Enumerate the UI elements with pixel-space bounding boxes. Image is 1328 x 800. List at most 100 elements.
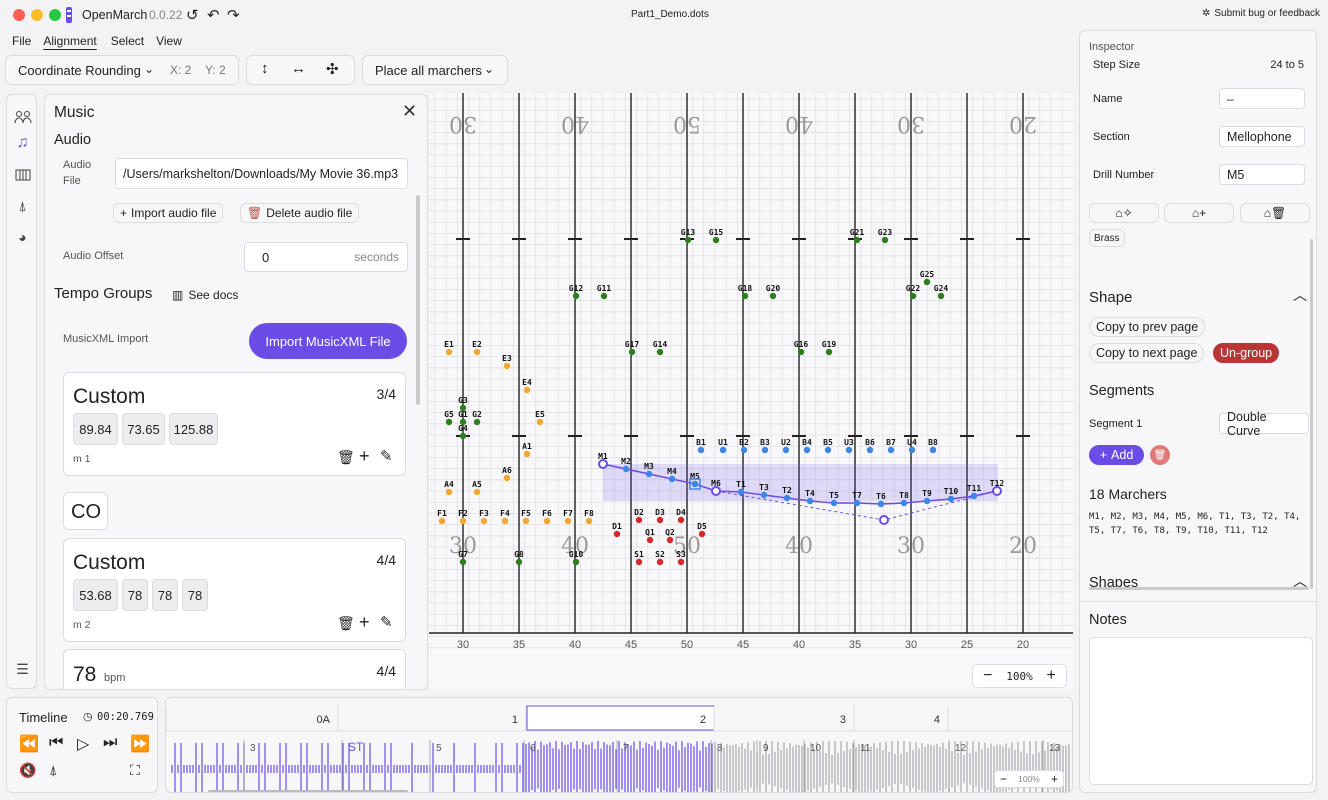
marcher-dot[interactable] — [923, 497, 931, 505]
marcher-dot[interactable] — [909, 292, 917, 300]
name-input[interactable]: – — [1219, 88, 1305, 109]
menu-alignment[interactable]: Alignment — [39, 34, 104, 48]
beat-label[interactable]: 10 — [810, 743, 822, 754]
selection-box[interactable] — [603, 464, 998, 501]
audio-offset-input[interactable]: 0 seconds — [244, 242, 408, 272]
menu-select[interactable]: Select — [105, 34, 152, 48]
marcher-dot[interactable] — [806, 497, 814, 505]
marcher-dot[interactable] — [900, 499, 908, 507]
pencil-icon[interactable]: ✎ — [380, 613, 393, 631]
timeline-track[interactable]: 0A 1 2 3 4 3 ST 5 6 7 8 9 10 11 12 13 − 100% + — [165, 697, 1073, 793]
tempo-group-card[interactable]: Custom 3/4 89.84 73.65 125.88 m 1 🗑 + ✎ — [63, 372, 406, 476]
undo-icon[interactable]: ↶ — [207, 6, 220, 24]
marcher-dot[interactable] — [656, 348, 664, 356]
marcher-dot[interactable] — [473, 348, 481, 356]
marcher-dot[interactable] — [740, 446, 748, 454]
marcher-dot[interactable] — [783, 494, 791, 502]
marcher-dot[interactable] — [677, 558, 685, 566]
marcher-dot[interactable] — [866, 446, 874, 454]
delete-segment-button[interactable]: 🗑 — [1150, 445, 1170, 465]
marcher-dot[interactable] — [459, 432, 467, 440]
marcher-dot[interactable] — [598, 459, 608, 469]
marcher-dot[interactable] — [503, 474, 511, 482]
marcher-dot[interactable] — [445, 348, 453, 356]
inspector-scrollbar[interactable] — [1089, 587, 1309, 590]
waveform[interactable]: 0A 1 2 3 43 ST 5 6 7 8 9 10 11 12 13 — [166, 698, 1073, 793]
copy-to-prev-page-button[interactable]: Copy to prev page — [1089, 317, 1206, 337]
marcher-dot[interactable] — [501, 517, 509, 525]
marcher-dot[interactable] — [887, 446, 895, 454]
copy-to-next-page-button[interactable]: Copy to next page — [1089, 343, 1205, 363]
trash-icon[interactable]: 🗑 — [337, 615, 355, 632]
tempo-group-card[interactable]: CO — [63, 492, 108, 530]
minimize-window-button[interactable] — [31, 9, 43, 21]
marcher-dot[interactable] — [543, 517, 551, 525]
palette-icon[interactable]: ◕ — [7, 225, 38, 249]
marcher-dot[interactable] — [503, 362, 511, 370]
field-grid[interactable]: 30 40 50 40 30 2030 40 50 40 30 2030 35 40 45 50 45 40 35… — [429, 93, 1073, 690]
marcher-dot[interactable] — [830, 499, 838, 507]
page-label[interactable]: 3 — [840, 714, 846, 726]
close-window-button[interactable] — [13, 9, 25, 21]
marcher-dot[interactable] — [523, 450, 531, 458]
add-segment-button[interactable]: + Add — [1089, 445, 1144, 465]
volume-mute-icon[interactable]: 🔇 — [19, 762, 36, 779]
field-icon[interactable] — [7, 163, 38, 187]
marcher-dot[interactable] — [677, 516, 685, 524]
pencil-icon[interactable]: ✎ — [380, 447, 393, 465]
control-point[interactable] — [879, 515, 889, 525]
fullscreen-icon[interactable]: ⛶ — [130, 762, 140, 779]
delete-tag-button[interactable]: ⌂🗑 — [1240, 203, 1310, 223]
marcher-dot[interactable] — [970, 492, 978, 500]
marcher-dot[interactable] — [585, 517, 593, 525]
marcher-dot[interactable] — [445, 488, 453, 496]
history-icon[interactable]: ↺ — [186, 6, 199, 24]
marcher-dot[interactable] — [760, 491, 768, 499]
marcher-dot[interactable] — [923, 278, 931, 286]
marcher-dot[interactable] — [697, 446, 705, 454]
audio-file-path[interactable]: /Users/markshelton/Downloads/My Movie 36… — [115, 158, 408, 189]
marcher-dot[interactable] — [656, 516, 664, 524]
maximize-window-button[interactable] — [49, 9, 61, 21]
beat-label[interactable]: 12 — [955, 743, 967, 754]
marcher-dot[interactable] — [825, 348, 833, 356]
marcher-dot[interactable] — [480, 517, 488, 525]
drill-number-input[interactable]: M5 — [1219, 164, 1305, 185]
marcher-dot[interactable] — [845, 446, 853, 454]
marcher-dot[interactable] — [522, 517, 530, 525]
marcher-dot[interactable] — [691, 480, 699, 488]
marcher-dot[interactable] — [853, 236, 861, 244]
marcher-dot[interactable] — [600, 292, 608, 300]
import-audio-button[interactable]: + Import audio file — [113, 203, 224, 223]
marcher-dot[interactable] — [947, 495, 955, 503]
section-input[interactable]: Mellophone — [1219, 126, 1305, 147]
ungroup-button[interactable]: Un-group — [1213, 343, 1280, 363]
page-label[interactable]: 0A — [317, 714, 331, 726]
chevron-up-icon[interactable]: ︿ — [1293, 285, 1307, 305]
field-canvas[interactable]: 30 40 50 40 30 20 30 40 50 40 30 20 30 35 40 45 50 45 40 35… — [429, 93, 1073, 690]
tempo-group-card[interactable]: 78 bpm 4/4 — [63, 649, 406, 689]
beat-label[interactable]: 7 — [623, 743, 629, 754]
marchers-icon[interactable] — [7, 105, 38, 129]
marcher-dot[interactable] — [711, 486, 721, 496]
redo-icon[interactable]: ↷ — [227, 6, 240, 24]
auto-tag-button[interactable]: ⌂✧ — [1089, 203, 1159, 223]
rewind-icon[interactable]: ⏪ — [19, 734, 39, 754]
beat-label[interactable]: 11 — [860, 743, 871, 754]
marcher-dot[interactable] — [937, 292, 945, 300]
segment-type-select[interactable]: Double Curve — [1219, 410, 1309, 438]
marcher-dot[interactable] — [797, 348, 805, 356]
zoom-out-button[interactable]: − — [973, 667, 1003, 685]
marcher-dot[interactable] — [445, 418, 453, 426]
marcher-dot[interactable] — [635, 516, 643, 524]
marcher-dot[interactable] — [992, 486, 1002, 496]
marcher-dot[interactable] — [877, 500, 885, 508]
marcher-dot[interactable] — [853, 499, 861, 507]
fast-forward-icon[interactable]: ⏩ — [130, 734, 150, 754]
plus-icon[interactable]: + — [359, 612, 370, 633]
marcher-dot[interactable] — [803, 446, 811, 454]
music-icon[interactable]: ♫ — [7, 131, 38, 155]
close-icon[interactable]: ✕ — [402, 101, 417, 122]
marcher-dot[interactable] — [737, 488, 745, 496]
delete-audio-button[interactable]: 🗑 Delete audio file — [240, 203, 360, 223]
